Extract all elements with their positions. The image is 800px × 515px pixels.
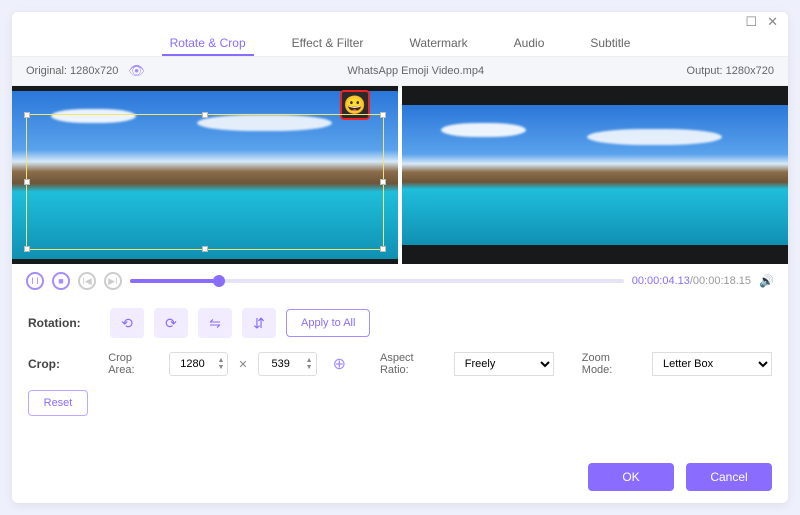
tab-subtitle[interactable]: Subtitle: [582, 32, 638, 56]
aspect-ratio-select[interactable]: Freely: [454, 352, 554, 376]
spin-up-icon[interactable]: ▲: [306, 357, 313, 364]
output-preview: [402, 86, 788, 264]
spin-down-icon[interactable]: ▼: [217, 364, 224, 371]
time-duration: /00:00:18.15: [690, 275, 751, 287]
tab-watermark[interactable]: Watermark: [401, 32, 475, 56]
tab-audio[interactable]: Audio: [506, 32, 553, 56]
rotation-label: Rotation:: [28, 316, 100, 330]
source-preview[interactable]: 😀: [12, 86, 398, 264]
volume-icon[interactable]: 🔊: [759, 274, 774, 288]
time-current: 00:00:04.13: [632, 275, 690, 287]
spin-up-icon[interactable]: ▲: [217, 357, 224, 364]
cancel-button[interactable]: Cancel: [686, 463, 772, 491]
center-crop-icon[interactable]: ⊕: [327, 354, 352, 374]
tab-rotate-crop[interactable]: Rotate & Crop: [162, 32, 254, 56]
pause-button[interactable]: I I: [26, 272, 44, 290]
ok-button[interactable]: OK: [588, 463, 674, 491]
spin-down-icon[interactable]: ▼: [306, 364, 313, 371]
emoji-overlay[interactable]: 😀: [340, 90, 370, 120]
zoom-mode-label: Zoom Mode:: [582, 352, 642, 376]
next-frame-button[interactable]: ▶I: [104, 272, 122, 290]
rotate-left-button[interactable]: ⟲: [110, 308, 144, 338]
reset-button[interactable]: Reset: [28, 390, 88, 416]
rotate-right-button[interactable]: ⟳: [154, 308, 188, 338]
crop-width-field[interactable]: ▲▼: [169, 352, 228, 376]
close-button[interactable]: ✕: [767, 14, 778, 30]
tabs: Rotate & Crop Effect & Filter Watermark …: [12, 32, 788, 56]
crop-area-label: Crop Area:: [108, 352, 159, 376]
multiply-icon: ✕: [238, 358, 247, 371]
crop-height-input[interactable]: [259, 358, 303, 370]
seek-slider[interactable]: [130, 279, 624, 283]
stop-button[interactable]: ■: [52, 272, 70, 290]
apply-to-all-button[interactable]: Apply to All: [286, 309, 370, 337]
preview-eye-icon[interactable]: 👁: [128, 63, 145, 79]
output-resolution: Output: 1280x720: [687, 65, 774, 77]
crop-width-input[interactable]: [170, 358, 214, 370]
flip-vertical-button[interactable]: ⇵: [242, 308, 276, 338]
original-resolution: Original: 1280x720: [26, 65, 118, 77]
prev-frame-button[interactable]: I◀: [78, 272, 96, 290]
zoom-mode-select[interactable]: Letter Box: [652, 352, 772, 376]
maximize-button[interactable]: ☐: [745, 14, 757, 30]
crop-height-field[interactable]: ▲▼: [258, 352, 317, 376]
flip-horizontal-button[interactable]: ⇋: [198, 308, 232, 338]
crop-label: Crop:: [28, 357, 98, 371]
aspect-ratio-label: Aspect Ratio:: [380, 352, 444, 376]
tab-effect-filter[interactable]: Effect & Filter: [284, 32, 372, 56]
filename: WhatsApp Emoji Video.mp4: [347, 65, 484, 77]
